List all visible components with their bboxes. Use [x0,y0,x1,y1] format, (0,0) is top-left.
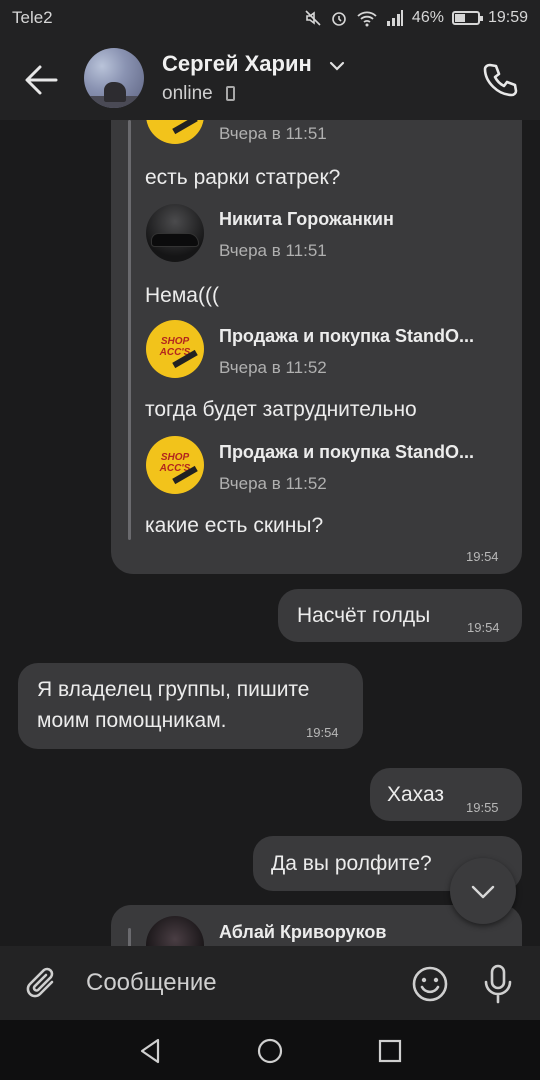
forward-quote-bar [128,120,131,540]
message-text: какие есть скины? [145,514,324,537]
carrier-name: Tele2 [12,8,53,27]
message-time: 19:54 [306,725,339,740]
chevron-down-icon[interactable] [329,60,345,72]
logo-stripe [172,120,198,135]
nav-home-icon[interactable] [255,1036,285,1066]
message-text: тогда будет затруднительно [145,398,417,421]
status-bar: Tele2 46% 19:59 [0,0,540,38]
message-text: Хахаз [387,783,445,806]
mute-icon [305,10,321,26]
clock: 19:59 [487,9,528,26]
battery-icon [451,11,483,25]
forward-time: Вчера в 11:52 [219,474,327,493]
battery-fill [454,14,465,22]
status-icons: 46% 19:59 [304,6,528,30]
forward-sender-name[interactable]: Аблай Криворуков [219,922,386,943]
scroll-down-button[interactable] [450,858,516,924]
alarm-icon [332,12,346,26]
avatar-figure [104,82,126,102]
message-text: есть рарки статрек? [145,166,341,189]
message-text: моим помощникам. [37,709,227,732]
wifi-icon [357,11,377,27]
forward-sender-name[interactable]: Никита Горожанкин [219,209,394,230]
forward-time: Вчера в 11:51 [219,124,327,143]
message-text: Я владелец группы, пишите [37,678,310,701]
message-list[interactable]: Вчера в 11:51 есть рарки статрек? Никита… [0,120,540,946]
system-nav-bar [0,1020,540,1080]
mobile-icon [226,86,235,101]
forward-avatar: SHOP ACC'S [146,436,204,494]
phone-icon[interactable] [480,60,520,100]
message-text: Нема((( [145,284,219,307]
chevron-down-icon [471,885,495,899]
forward-avatar: SHOP ACC'S [146,320,204,378]
message-text: Насчёт голды [297,604,431,627]
forward-quote-bar [128,928,131,946]
forward-time: Вчера в 11:51 [219,241,327,260]
message-time: 19:54 [467,620,500,635]
car-image [152,234,198,246]
forward-time: Вчера в 11:52 [219,358,327,377]
forward-avatar [146,204,204,262]
forward-sender-name[interactable]: Продажа и покупка StandO... [219,442,474,463]
message-input[interactable] [86,966,386,1000]
emoji-icon[interactable] [410,964,450,1004]
message-composer [0,946,540,1020]
nav-back-icon[interactable] [136,1036,166,1066]
message-text: Да вы ролфите? [271,852,432,875]
message-time: 19:55 [466,800,499,815]
message-time: 19:54 [466,549,499,564]
signal-icon [386,10,403,26]
attach-icon[interactable] [22,964,62,1004]
nav-recents-icon[interactable] [375,1036,405,1066]
contact-avatar[interactable] [84,48,144,108]
battery-percent: 46% [411,9,444,26]
back-arrow-icon[interactable] [22,62,60,98]
chat-header: Сергей Харин online [0,38,540,120]
contact-name[interactable]: Сергей Харин [162,51,312,77]
contact-status: online [162,83,213,104]
microphone-icon[interactable] [478,962,518,1006]
forward-sender-name[interactable]: Продажа и покупка StandO... [219,326,474,347]
